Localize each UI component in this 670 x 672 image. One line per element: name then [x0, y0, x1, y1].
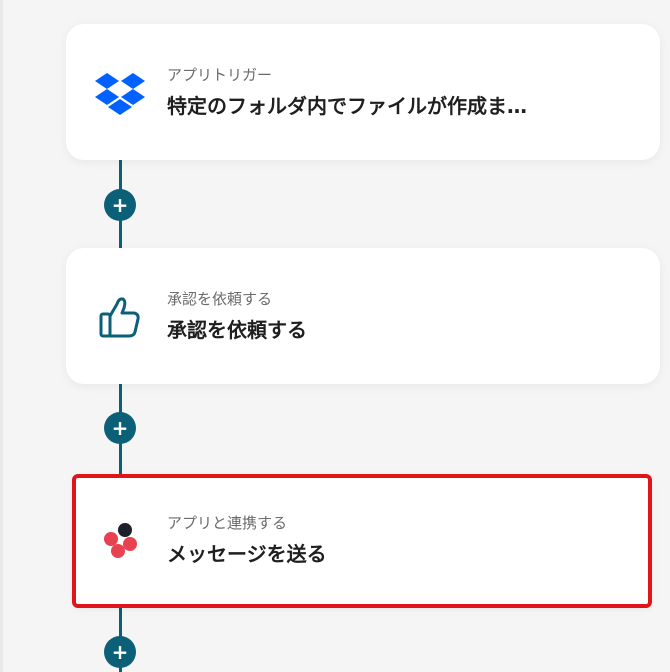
flow-step-approval[interactable]: 承認を依頼する 承認を依頼する — [66, 248, 660, 384]
flow-step-trigger[interactable]: アプリトリガー 特定のフォルダ内でファイルが作成ま… — [66, 24, 660, 160]
add-step-button[interactable]: + — [104, 189, 136, 221]
add-step-button[interactable]: + — [104, 636, 136, 668]
left-edge — [0, 0, 3, 672]
flow-step-send-message[interactable]: アプリと連携する メッセージを送る — [72, 474, 652, 608]
thumbs-up-icon — [94, 294, 146, 340]
dropbox-icon — [94, 70, 146, 116]
add-step-button[interactable]: + — [104, 412, 136, 444]
step-title: 承認を依頼する — [167, 318, 307, 342]
step-subtitle: アプリと連携する — [167, 514, 288, 532]
step-title: 特定のフォルダ内でファイルが作成ま… — [167, 94, 527, 118]
step-subtitle: アプリトリガー — [167, 66, 273, 84]
step-title: メッセージを送る — [167, 542, 327, 566]
chatwork-icon — [94, 518, 146, 564]
step-subtitle: 承認を依頼する — [167, 290, 273, 308]
